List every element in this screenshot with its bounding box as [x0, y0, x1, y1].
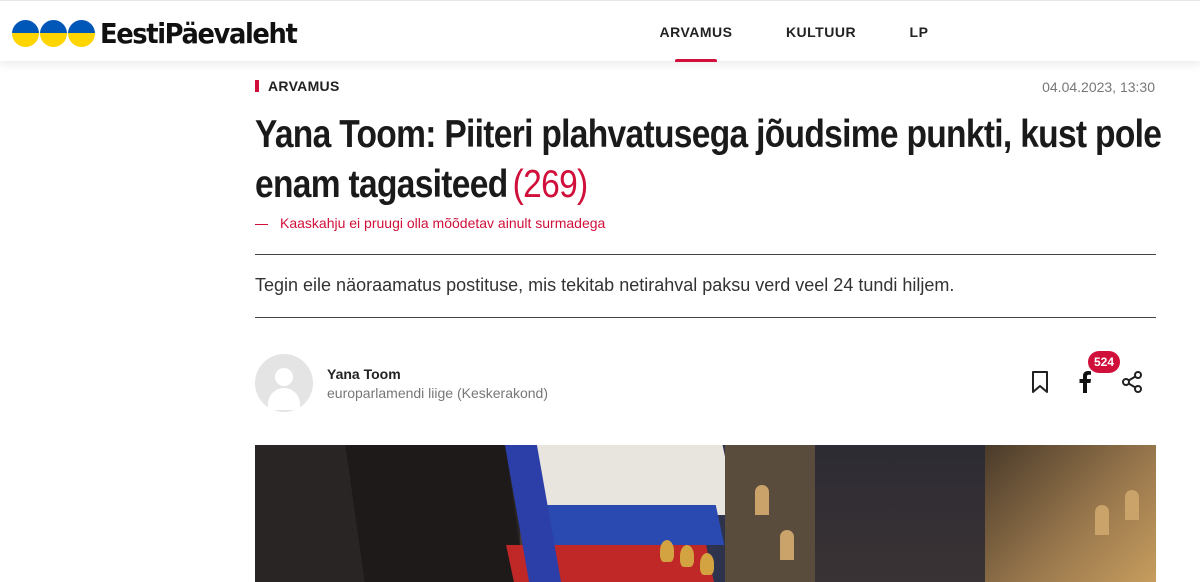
nav-item-kultuur[interactable]: KULTUUR	[775, 1, 867, 62]
author-bar: Yana Toom europarlamendi liige (Keskerak…	[255, 351, 1156, 412]
site-header: EestiPäevaleht ARVAMUS KULTUUR LP	[0, 0, 1200, 61]
subtitle-text: Kaaskahju ei pruugi olla mõõdetav ainult…	[280, 215, 606, 231]
divider	[255, 254, 1156, 255]
divider	[255, 317, 1156, 318]
article-title-text: Yana Toom: Piiteri plahvatusega jõudsime…	[255, 113, 1162, 206]
nav-item-lp[interactable]: LP	[900, 1, 938, 62]
ukraine-flag-icon	[68, 19, 95, 47]
comment-count-link[interactable]: (269)	[513, 163, 589, 206]
nav-label: ARVAMUS	[659, 23, 733, 40]
article-title: Yana Toom: Piiteri plahvatusega jõudsime…	[255, 110, 1167, 210]
category-label: ARVAMUS	[268, 78, 340, 94]
site-logo[interactable]: EestiPäevaleht	[12, 15, 313, 51]
article-hero-image	[255, 445, 1156, 582]
article-meta: ARVAMUS 04.04.2023, 13:30	[255, 78, 1155, 96]
author-avatar[interactable]	[255, 354, 313, 412]
nav-label: LP	[909, 23, 929, 40]
category-marker	[255, 80, 259, 92]
author-name[interactable]: Yana Toom	[327, 366, 401, 382]
nav-label: KULTUUR	[785, 23, 857, 40]
article-subtitle: Kaaskahju ei pruugi olla mõõdetav ainult…	[255, 215, 605, 231]
bookmark-icon[interactable]	[1027, 368, 1053, 396]
article-date: 04.04.2023, 13:30	[1042, 79, 1155, 95]
nav-item-arvamus[interactable]: ARVAMUS	[650, 1, 742, 62]
subtitle-dash	[255, 223, 268, 225]
ukraine-flag-icon	[12, 19, 39, 47]
author-role: europarlamendi liige (Keskerakond)	[327, 385, 549, 401]
ukraine-flag-icon	[40, 19, 67, 47]
article-lead: Tegin eile näoraamatus postituse, mis te…	[255, 275, 955, 295]
share-icon[interactable]	[1119, 368, 1145, 396]
article-category[interactable]: ARVAMUS	[255, 78, 340, 94]
logo-wordmark: EestiPäevaleht	[100, 16, 298, 50]
facebook-share-count: 524	[1088, 351, 1121, 373]
